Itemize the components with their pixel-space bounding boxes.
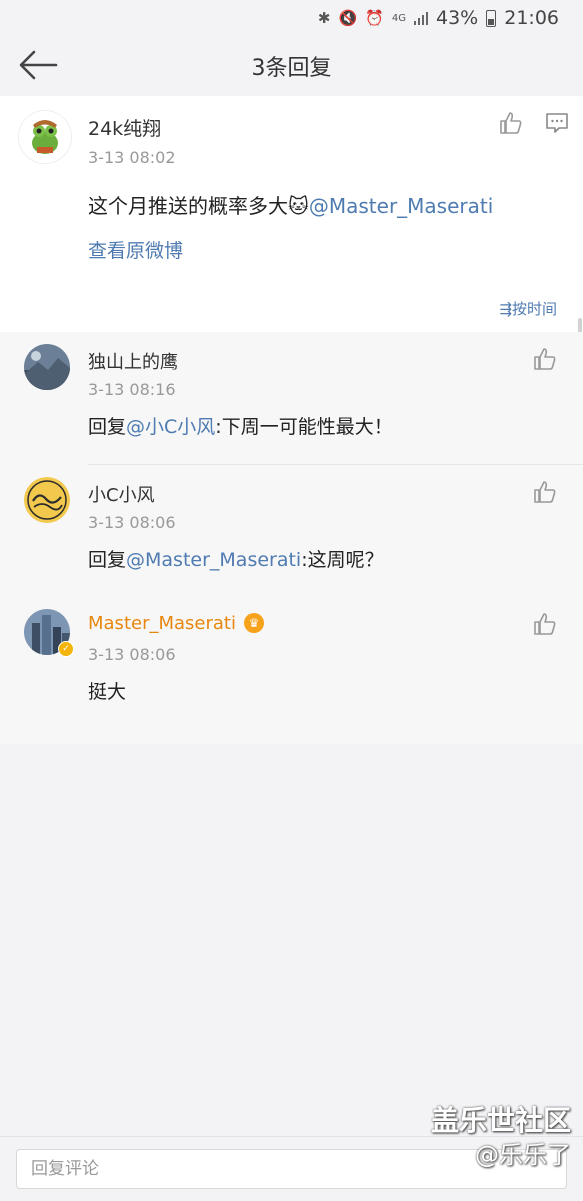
reply-username[interactable]: Master_Maserati [88,613,236,634]
thumbs-up-icon [534,348,556,370]
reply-username[interactable]: 独山上的鹰 [88,348,178,374]
sort-icon: ⇶ [499,300,512,318]
view-original-link[interactable]: 查看原微博 [88,236,183,263]
clock: 21:06 [504,7,559,29]
thumbs-up-icon [534,613,556,635]
reply-text: 回复@小C小风:下周一可能性最大！ [88,412,393,439]
page-title: 3条回复 [251,56,332,81]
post-text: 这个月推送的概率多大🐱@Master_Maserati [88,190,493,219]
reply-mention-link[interactable]: @小C小风 [126,416,215,438]
sort-by-time-button[interactable]: ⇶按时间 [499,298,557,319]
reply-mention-link[interactable]: @Master_Maserati [126,549,301,571]
original-comment: 24k纯翔 3-13 08:02 这个月推送的概率多大🐱@Master_Mase… [0,96,583,332]
verified-badge-icon: ✓ [58,641,74,657]
post-mention-link[interactable]: @Master_Maserati [309,194,493,218]
reply-text: 挺大 [88,677,126,704]
thumbs-up-icon [534,481,556,503]
reply-time: 3-13 08:06 [88,645,176,664]
battery-percent: 43% [436,7,479,29]
reply-avatar[interactable] [24,477,70,523]
reply-username[interactable]: 小C小风 [88,481,155,507]
sort-label: 按时间 [511,300,557,318]
reply-list: 独山上的鹰 3-13 08:16 回复@小C小风:下周一可能性最大！ 小C小风 … [0,332,583,744]
reply-avatar[interactable] [24,344,70,390]
comment-icon [546,113,568,133]
reply-time: 3-13 08:16 [88,380,176,399]
reply-time: 3-13 08:06 [88,513,176,532]
reply-like-button[interactable] [532,611,560,639]
reply-body: 挺大 [88,681,127,703]
avatar[interactable] [18,110,72,164]
battery-icon [486,9,497,27]
post-comment-button[interactable] [544,110,572,138]
reply-prefix: 回复 [88,416,127,438]
bluetooth-icon: ✱ [317,9,331,27]
network-type: 4G [391,12,406,24]
watermark-line1: 盖乐世社区 [430,1104,571,1137]
reply-text: 回复@Master_Maserati:这周呢？ [88,545,384,572]
reply-item: 独山上的鹰 3-13 08:16 回复@小C小风:下周一可能性最大！ [0,332,583,465]
doge-emoji-icon: 🐱 [288,194,309,218]
reply-body: :下周一可能性最大！ [215,416,393,438]
watermark: 盖乐世社区 @乐乐了 [431,1104,571,1172]
reply-body: :这周呢？ [301,549,384,571]
post-username[interactable]: 24k纯翔 [88,114,161,141]
reply-like-button[interactable] [532,479,560,507]
frog-avatar-image [19,111,71,163]
vip-crown-icon: ♛ [244,613,264,633]
reply-item: ✓ Master_Maserati ♛ 3-13 08:06 挺大 [0,597,583,729]
alarm-icon: ⏰ [365,9,384,27]
mute-icon: 🔇 [338,9,358,27]
landscape-avatar-image [24,344,70,390]
post-body: 这个月推送的概率多大 [88,194,288,218]
post-time: 3-13 08:02 [88,148,176,167]
status-bar: ✱ 🔇 ⏰ 4G 43% 21:06 [0,0,583,36]
reply-item: 小C小风 3-13 08:06 回复@Master_Maserati:这周呢？ [0,465,583,597]
reply-like-button[interactable] [532,346,560,374]
reply-prefix: 回复 [88,549,127,571]
signal-icon [414,11,428,25]
watermark-line2: @乐乐了 [475,1141,571,1169]
thumbs-up-icon [500,112,522,134]
top-bar: 3条回复 [0,36,583,96]
logo-avatar-image [24,477,70,523]
post-like-button[interactable] [498,110,526,138]
